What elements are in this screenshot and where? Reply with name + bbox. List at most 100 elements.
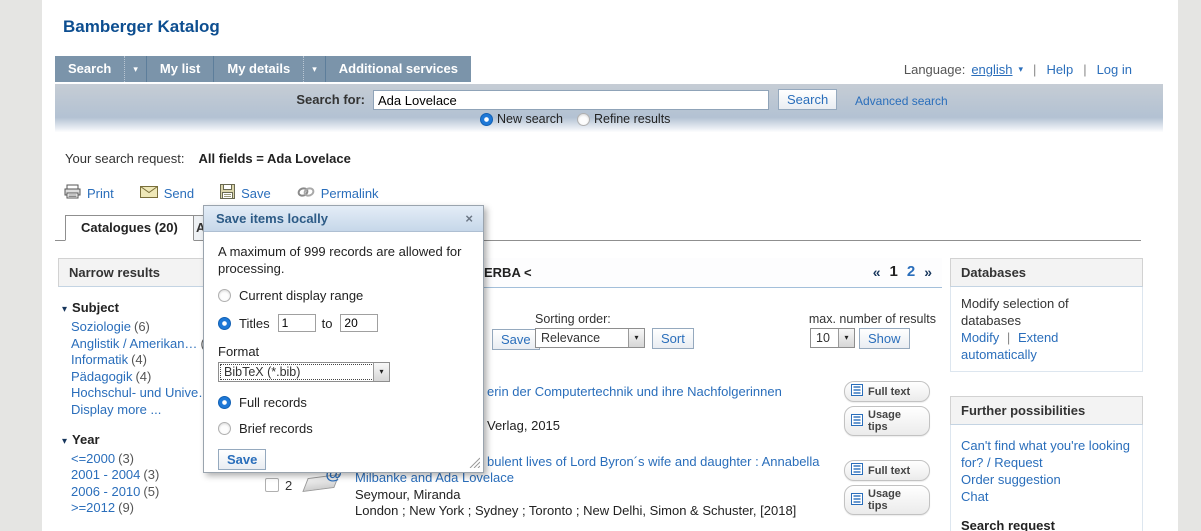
- page: Bamberger Katalog Search ▾ My list My de…: [42, 0, 1178, 531]
- titles-from-input[interactable]: [278, 314, 316, 332]
- titles-to-input[interactable]: [340, 314, 378, 332]
- facet-link[interactable]: Hochschul- und Unive…: [71, 385, 211, 400]
- display-more-link[interactable]: Display more ...: [71, 402, 161, 417]
- page-current: 1: [890, 263, 898, 280]
- divider: |: [1033, 62, 1036, 77]
- facet-count: (3): [143, 467, 159, 482]
- permalink-link: Permalink: [321, 186, 379, 201]
- modify-databases-link[interactable]: Modify: [961, 330, 999, 345]
- document-icon: [851, 414, 863, 429]
- chevron-down-icon[interactable]: ▾: [838, 329, 854, 347]
- page-prev[interactable]: «: [873, 264, 881, 280]
- order-suggestion-link[interactable]: Order suggestion: [961, 472, 1061, 487]
- chevron-down-icon[interactable]: ▾: [124, 56, 146, 82]
- resize-grip[interactable]: [468, 456, 480, 471]
- chevron-down-icon[interactable]: ▾: [303, 56, 325, 82]
- full-records-row: Full records: [218, 395, 469, 410]
- save-selection-button[interactable]: Save: [492, 329, 540, 350]
- send-action[interactable]: Send: [140, 186, 194, 201]
- usage-tips-button[interactable]: Usage tips: [844, 406, 930, 436]
- brief-records-radio[interactable]: [218, 422, 231, 435]
- titles-range-row: Titles to: [218, 314, 469, 332]
- language-select[interactable]: english: [971, 62, 1012, 77]
- to-label: to: [322, 316, 333, 331]
- facet-count: (4): [135, 369, 151, 384]
- save-action[interactable]: Save: [220, 184, 271, 202]
- facet-collapse-icon[interactable]: ▾: [62, 304, 67, 315]
- search-input[interactable]: [373, 90, 769, 110]
- format-label: Format: [218, 344, 469, 359]
- advanced-search-link[interactable]: Advanced search: [855, 94, 948, 108]
- request-label: Your search request:: [65, 151, 184, 166]
- page-next[interactable]: »: [924, 264, 932, 280]
- display-range-row: Current display range: [218, 288, 469, 303]
- facet-item: >=2012(9): [71, 500, 250, 517]
- sorting-order-label: Sorting order:: [535, 312, 611, 326]
- titles-label: Titles: [239, 316, 270, 331]
- tab-search[interactable]: Search ▾: [55, 56, 147, 82]
- permalink-action[interactable]: Permalink: [297, 186, 379, 201]
- help-link[interactable]: Help: [1046, 62, 1073, 77]
- new-search-radio[interactable]: [480, 113, 493, 126]
- facet-count: (3): [118, 451, 134, 466]
- databases-text: Modify selection of databases: [961, 295, 1132, 329]
- show-button[interactable]: Show: [859, 328, 910, 349]
- language-row: Language: english ▾ | Help | Log in: [904, 62, 1132, 77]
- result-author: Seymour, Miranda: [355, 487, 461, 503]
- facet-link[interactable]: 2006 - 2010: [71, 484, 140, 499]
- format-select[interactable]: BibTeX (*.bib) ▾: [218, 362, 390, 382]
- result-title-link[interactable]: erin der Computertechnik und ihre Nachfo…: [487, 384, 782, 400]
- facet-count: (4): [131, 352, 147, 367]
- chevron-down-icon[interactable]: ▾: [1019, 64, 1024, 75]
- facet-collapse-icon[interactable]: ▾: [62, 436, 67, 447]
- databases-body: Modify selection of databases Modify | E…: [950, 287, 1143, 372]
- result-checkbox[interactable]: [265, 478, 279, 492]
- floppy-disk-icon: [220, 184, 235, 202]
- chat-link[interactable]: Chat: [961, 489, 988, 504]
- dialog-save-button[interactable]: Save: [218, 449, 266, 470]
- search-button[interactable]: Search: [778, 89, 837, 110]
- facet-count: (9): [118, 500, 134, 515]
- current-display-range-radio[interactable]: [218, 289, 231, 302]
- titles-radio[interactable]: [218, 317, 231, 330]
- facet-link[interactable]: Anglistik / Amerikan…: [71, 336, 197, 351]
- tab-my-details[interactable]: My details ▾: [214, 56, 325, 82]
- chevron-down-icon[interactable]: ▾: [373, 363, 389, 381]
- tab-my-list[interactable]: My list: [147, 56, 214, 82]
- current-display-range-label: Current display range: [239, 288, 363, 303]
- refine-results-radio[interactable]: [577, 113, 590, 126]
- dialog-titlebar[interactable]: Save items locally ×: [204, 206, 483, 232]
- page-2-link[interactable]: 2: [907, 263, 915, 280]
- print-action[interactable]: Print: [64, 184, 114, 202]
- login-link[interactable]: Log in: [1097, 62, 1132, 77]
- facet-count: (6): [134, 319, 150, 334]
- further-possibilities-body: Can't find what you're looking for? / Re…: [950, 425, 1143, 531]
- full-records-radio[interactable]: [218, 396, 231, 409]
- full-text-button[interactable]: Full text: [844, 381, 930, 402]
- facet-link[interactable]: >=2012: [71, 500, 115, 515]
- search-for-label: Search for:: [205, 92, 365, 107]
- usage-tips-button[interactable]: Usage tips: [844, 485, 930, 515]
- facet-link[interactable]: <=2000: [71, 451, 115, 466]
- tab-catalogues[interactable]: Catalogues (20): [65, 215, 194, 241]
- result-number: 2: [285, 478, 292, 493]
- dialog-message: A maximum of 999 records are allowed for…: [218, 243, 468, 277]
- request-link[interactable]: Can't find what you're looking for? / Re…: [961, 438, 1130, 470]
- tab-additional-services[interactable]: Additional services: [326, 56, 471, 82]
- sort-button[interactable]: Sort: [652, 328, 694, 349]
- facet-link[interactable]: 2001 - 2004: [71, 467, 140, 482]
- facet-link[interactable]: Pädagogik: [71, 369, 132, 384]
- document-icon: [851, 493, 863, 508]
- print-link: Print: [87, 186, 114, 201]
- close-icon[interactable]: ×: [465, 206, 473, 231]
- chevron-down-icon[interactable]: ▾: [628, 329, 644, 347]
- facet-count: (5): [143, 484, 159, 499]
- facet-link[interactable]: Informatik: [71, 352, 128, 367]
- brief-records-row: Brief records: [218, 421, 469, 436]
- max-results-select[interactable]: 10 ▾: [810, 328, 855, 348]
- sorting-select[interactable]: Relevance ▾: [535, 328, 645, 348]
- language-label: Language:: [904, 62, 965, 77]
- full-text-button[interactable]: Full text: [844, 460, 930, 481]
- facet-link[interactable]: Soziologie: [71, 319, 131, 334]
- facet-item: 2006 - 2010(5): [71, 484, 250, 501]
